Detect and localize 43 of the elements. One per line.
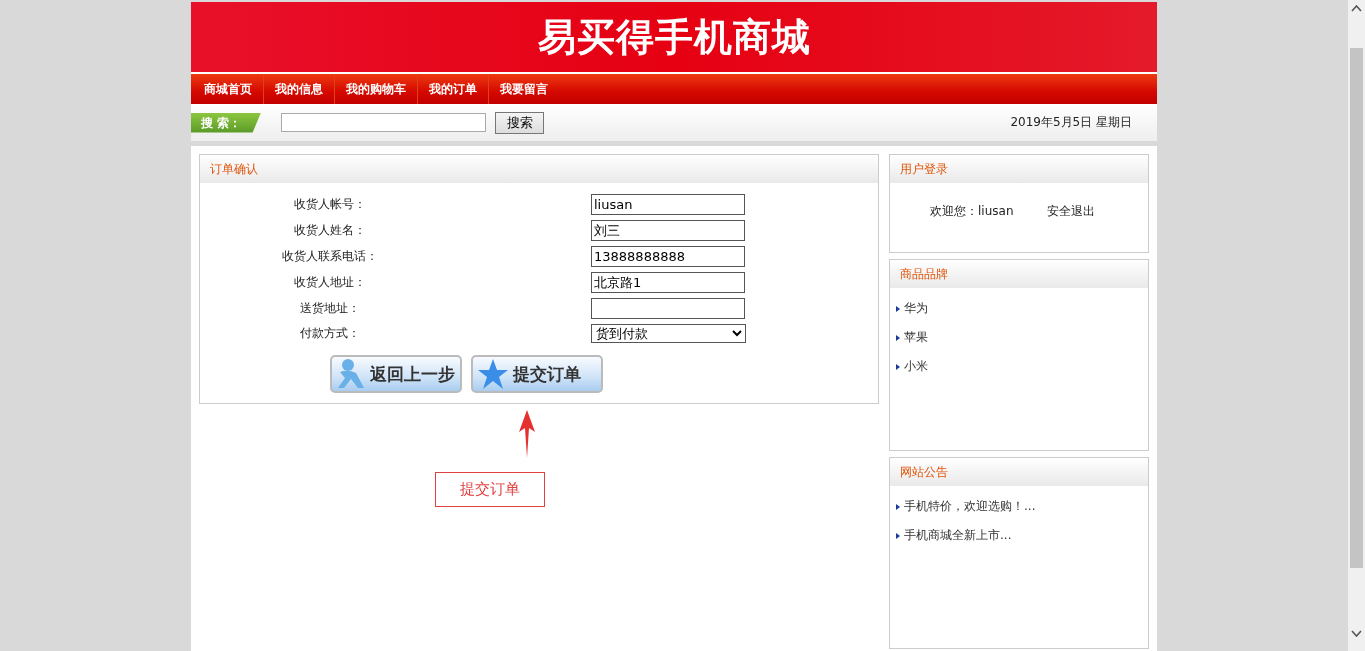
field-label: 收货人地址： bbox=[293, 274, 367, 291]
field-label: 送货地址： bbox=[299, 300, 361, 317]
field-label: 收货人帐号： bbox=[293, 196, 367, 213]
field-label: 收货人姓名： bbox=[293, 222, 367, 239]
input-field[interactable] bbox=[591, 298, 745, 319]
star-icon bbox=[477, 358, 509, 390]
bullet-icon bbox=[896, 503, 900, 510]
logout-link[interactable]: 安全退出 bbox=[1047, 203, 1096, 220]
site-title: 易买得手机商城 bbox=[537, 13, 811, 61]
input-field[interactable]: 北京路1 bbox=[591, 272, 745, 293]
brand-link[interactable]: 华为 bbox=[896, 300, 1148, 317]
scroll-down-icon[interactable] bbox=[1351, 630, 1362, 637]
notice-link[interactable]: 手机特价，欢迎选购！... bbox=[896, 498, 1148, 515]
nav-link[interactable]: 我要留言 bbox=[489, 74, 559, 104]
notice-link[interactable]: 手机商城全新上市... bbox=[896, 527, 1148, 544]
field-label: 付款方式： bbox=[299, 325, 361, 342]
scrollbar[interactable] bbox=[1348, 0, 1365, 651]
search-field[interactable] bbox=[281, 113, 486, 132]
annotation-label: 提交订单 bbox=[435, 472, 545, 507]
back-button[interactable]: 返回上一步 bbox=[330, 355, 462, 393]
input-field[interactable]: 13888888888 bbox=[591, 246, 745, 267]
scroll-up-icon[interactable] bbox=[1351, 5, 1362, 12]
submit-button[interactable]: 提交订单 bbox=[471, 355, 603, 393]
welcome-text: 欢迎您：liusan bbox=[930, 203, 1014, 220]
scrollbar-thumb[interactable] bbox=[1350, 48, 1363, 568]
bullet-icon bbox=[896, 363, 900, 370]
date-text: 2019年5月5日 星期日 bbox=[1010, 114, 1132, 131]
brand-link[interactable]: 小米 bbox=[896, 358, 1148, 375]
brand-link[interactable]: 苹果 bbox=[896, 329, 1148, 346]
bullet-icon bbox=[896, 532, 900, 539]
input-field[interactable]: 刘三 bbox=[591, 220, 745, 241]
search-button[interactable]: 搜索 bbox=[495, 111, 544, 134]
panel-title: 商品品牌 bbox=[900, 265, 948, 283]
panel-title: 用户登录 bbox=[900, 160, 948, 178]
panel-title: 订单确认 bbox=[210, 160, 258, 178]
input-field[interactable]: liusan bbox=[591, 194, 745, 215]
person-icon bbox=[336, 358, 366, 390]
search-label: 搜 索： bbox=[191, 112, 261, 133]
panel-title: 网站公告 bbox=[900, 463, 948, 481]
bullet-icon bbox=[896, 334, 900, 341]
bullet-icon bbox=[896, 305, 900, 312]
field-label: 收货人联系电话： bbox=[281, 248, 379, 265]
select-field[interactable]: 货到付款 bbox=[591, 324, 746, 343]
